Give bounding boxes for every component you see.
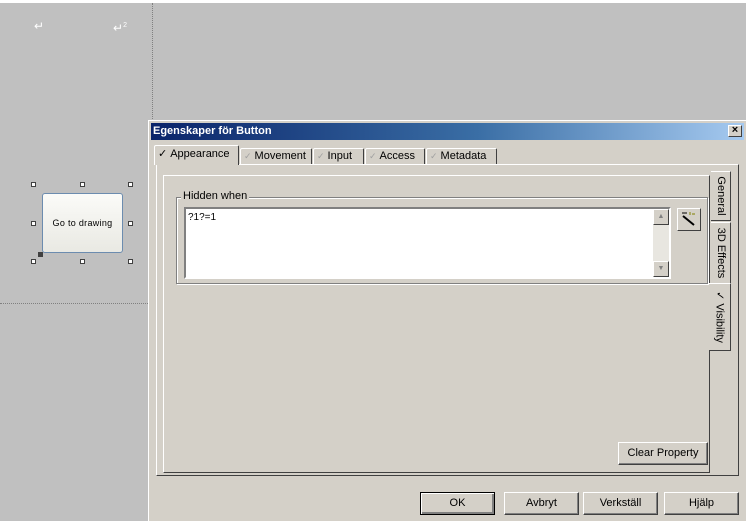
help-button[interactable]: Hjälp (664, 492, 739, 515)
clear-property-button[interactable]: Clear Property (618, 442, 708, 465)
tab-access-label: Access (379, 150, 416, 162)
return-marker-2-glyph: ↵ (113, 21, 124, 35)
tab-appearance[interactable]: ✓ Appearance (154, 145, 239, 165)
hidden-when-group: Hidden when ?1?=1 ▲ ▼ (176, 190, 708, 284)
magic-wand-icon (682, 212, 695, 226)
resize-handle-se[interactable] (128, 259, 133, 264)
tab-metadata[interactable]: ✓ Metadata (426, 148, 497, 164)
tab-movement-label: Movement (254, 150, 306, 162)
side-tab-3d-effects[interactable]: 3D Effects (711, 222, 731, 284)
check-icon: ✓ (317, 151, 325, 161)
side-tab-3d-effects-label: 3D Effects (714, 227, 727, 279)
tab-appearance-label: Appearance (170, 148, 230, 160)
side-tab-general-label: General (714, 176, 727, 216)
side-tab-general[interactable]: General (711, 171, 731, 221)
formula-wizard-button[interactable] (677, 208, 701, 231)
appearance-panel: Hidden when ?1?=1 ▲ ▼ Clear Property Gen… (156, 164, 739, 476)
cancel-button[interactable]: Avbryt (504, 492, 579, 515)
check-icon: ✓ (158, 148, 168, 160)
resize-handle-ne[interactable] (128, 182, 133, 187)
tab-access[interactable]: ✓ Access (365, 148, 425, 164)
visibility-panel: Hidden when ?1?=1 ▲ ▼ Clear Property (163, 175, 710, 473)
canvas-top-edge (0, 0, 746, 3)
anchor-handle[interactable] (38, 252, 43, 257)
close-icon: × (731, 124, 739, 136)
resize-handle-nw[interactable] (31, 182, 36, 187)
horizontal-guide-line (0, 303, 152, 304)
check-icon: ✓ (369, 151, 377, 161)
return-marker-2-superscript: 2 (123, 22, 127, 29)
resize-handle-n[interactable] (80, 182, 85, 187)
check-icon: ✓ (244, 151, 252, 161)
tab-input-label: Input (327, 150, 353, 162)
apply-button[interactable]: Verkställ (583, 492, 658, 515)
side-tab-visibility-label: ✓ Visibility (713, 291, 726, 343)
hidden-when-formula-input[interactable]: ?1?=1 ▲ ▼ (184, 207, 671, 279)
return-marker-icon: ↵ (34, 19, 45, 33)
scroll-up-button[interactable]: ▲ (653, 209, 669, 225)
formula-scrollbar[interactable]: ▲ ▼ (653, 209, 669, 277)
side-tab-visibility[interactable]: ✓ Visibility (709, 283, 731, 351)
hidden-when-label: Hidden when (181, 190, 250, 202)
tab-movement[interactable]: ✓ Movement (240, 148, 312, 164)
ok-button[interactable]: OK (420, 492, 495, 515)
tab-input[interactable]: ✓ Input (313, 148, 364, 164)
close-button[interactable]: × (728, 125, 742, 137)
resize-handle-s[interactable] (80, 259, 85, 264)
go-to-drawing-button[interactable]: Go to drawing (42, 193, 123, 253)
dialog-titlebar[interactable]: Egenskaper för Button × (151, 123, 744, 140)
properties-dialog: Egenskaper för Button × ✓ Appearance ✓ Mov… (148, 120, 746, 521)
side-tab-visibility-text: Visibility (713, 303, 725, 343)
dialog-title: Egenskaper för Button (153, 125, 272, 137)
resize-handle-e[interactable] (128, 221, 133, 226)
return-marker-2-icon: ↵2 (113, 20, 127, 34)
hidden-when-formula-text: ?1?=1 (188, 212, 217, 223)
tab-metadata-label: Metadata (440, 150, 487, 162)
scroll-down-button[interactable]: ▼ (653, 261, 669, 277)
resize-handle-sw[interactable] (31, 259, 36, 264)
check-icon: ✓ (430, 151, 438, 161)
resize-handle-w[interactable] (31, 221, 36, 226)
check-icon: ✓ (713, 291, 725, 301)
